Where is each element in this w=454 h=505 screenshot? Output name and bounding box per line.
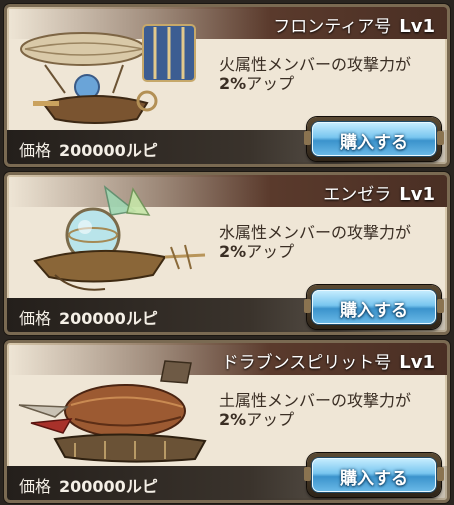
button-cap-left: [304, 467, 311, 481]
effect-percent: 2%: [219, 410, 247, 429]
price-value: 200000ルピ: [59, 309, 158, 328]
price-text: 価格 200000ルピ: [19, 137, 158, 161]
buy-button-label: 購入する: [340, 469, 408, 489]
price-text: 価格 200000ルピ: [19, 473, 158, 497]
effect-suffix: アップ: [246, 410, 295, 429]
price-label: 価格: [19, 477, 52, 496]
button-cap-left: [304, 131, 311, 145]
airship-level: Lv1: [399, 16, 435, 37]
buy-button[interactable]: 購入する: [304, 285, 444, 329]
effect-percent: 2%: [219, 242, 247, 261]
airship-shop-list: フロンティア号 Lv1 火属性メンバーの攻撃力が 2%アップ 価格 200000ルピ: [0, 0, 454, 505]
airship-card: エンゼラ Lv1 水属性メンバーの攻撃力が 2%アップ 価格 200000ルピ 購入…: [4, 172, 450, 335]
buy-button-label: 購入する: [340, 301, 408, 321]
airship-name: エンゼラ Lv1: [323, 184, 435, 205]
effect-suffix: アップ: [246, 74, 295, 93]
price-value: 200000ルピ: [59, 477, 158, 496]
effect-description: 土属性メンバーの攻撃力が 2%アップ: [219, 391, 447, 429]
effect-text: 水属性メンバーの攻撃力が: [219, 223, 412, 242]
effect-suffix: アップ: [246, 242, 295, 261]
price-text: 価格 200000ルピ: [19, 305, 158, 329]
buy-button-face: 購入する: [312, 122, 436, 156]
button-cap-right: [437, 467, 444, 481]
price-label: 価格: [19, 309, 52, 328]
effect-text: 火属性メンバーの攻撃力が: [219, 55, 412, 74]
airship-name: ドラブンスピリット号 Lv1: [221, 352, 435, 373]
price-label: 価格: [19, 141, 52, 160]
button-cap-left: [304, 299, 311, 313]
buy-button-face: 購入する: [312, 458, 436, 492]
effect-description: 水属性メンバーの攻撃力が 2%アップ: [219, 223, 447, 261]
buy-button[interactable]: 購入する: [304, 453, 444, 497]
buy-button[interactable]: 購入する: [304, 117, 444, 161]
airship-level: Lv1: [399, 352, 435, 373]
buy-button-label: 購入する: [340, 133, 408, 153]
effect-text: 土属性メンバーの攻撃力が: [219, 391, 412, 410]
airship-level: Lv1: [399, 184, 435, 205]
effect-percent: 2%: [219, 74, 247, 93]
airship-name: フロンティア号 Lv1: [273, 16, 435, 37]
airship-angela-icon: [33, 185, 206, 291]
airship-card: フロンティア号 Lv1 火属性メンバーの攻撃力が 2%アップ 価格 200000ルピ: [4, 4, 450, 167]
button-cap-right: [437, 131, 444, 145]
airship-frontier-icon: [20, 24, 196, 124]
effect-description: 火属性メンバーの攻撃力が 2%アップ: [219, 55, 447, 93]
buy-button-face: 購入する: [312, 290, 436, 324]
airship-drabun-spirit-icon: [18, 360, 207, 463]
button-cap-right: [437, 299, 444, 313]
airship-card: ドラブンスピリット号 Lv1 土属性メンバーの攻撃力が 2%アップ 価格 20000…: [4, 340, 450, 503]
price-value: 200000ルピ: [59, 141, 158, 160]
